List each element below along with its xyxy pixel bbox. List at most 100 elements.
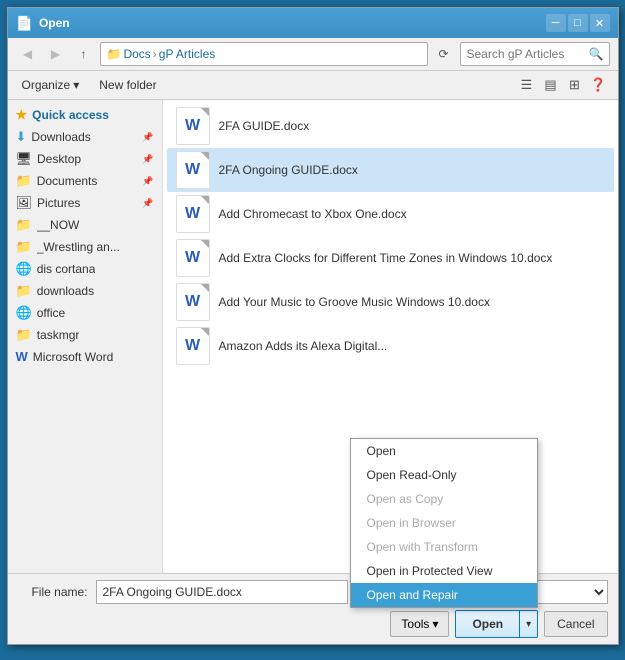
tools-label: Tools (401, 617, 429, 631)
sidebar-item-pictures[interactable]: 🖼 Pictures 📌 (8, 192, 162, 214)
sidebar-item-taskmgr[interactable]: 📁 taskmgr (8, 324, 162, 346)
sidebar-item-discortana[interactable]: 🌐 dis cortana (8, 258, 162, 280)
word-doc-icon-5 (176, 327, 210, 365)
file-icon-3 (175, 240, 211, 276)
sidebar-item-office[interactable]: 🌐 office (8, 302, 162, 324)
window-title: Open (39, 16, 70, 30)
title-bar-left: 📄 Open (16, 15, 70, 32)
sidebar-label-wrestling: _Wrestling an... (37, 240, 120, 254)
word-doc-icon-0 (176, 107, 210, 145)
pin-icon-pictures: 📌 (142, 198, 153, 209)
search-input[interactable] (460, 42, 610, 66)
maximize-button[interactable]: □ (568, 14, 588, 32)
file-name-4: Add Your Music to Groove Music Windows 1… (219, 295, 490, 309)
taskmgr-icon: 📁 (16, 327, 32, 343)
dropdown-item-protected[interactable]: Open in Protected View (351, 559, 537, 583)
word-icon-corner-3 (201, 240, 209, 248)
dropdown-item-open[interactable]: Open (351, 439, 537, 463)
forward-button[interactable]: ▶ (44, 43, 68, 65)
file-name-0: 2FA GUIDE.docx (219, 119, 310, 133)
sidebar-label-documents: Documents (37, 174, 98, 188)
file-item-0[interactable]: 2FA GUIDE.docx (167, 104, 614, 148)
window-icon: 📄 (16, 15, 33, 32)
bottom-bar: File name: All Word Documents (*.docx;*.… (8, 573, 618, 644)
actions-row: Tools ▾ Open ▾ Cancel Open Open Read-Onl… (18, 610, 608, 638)
view-list-button[interactable]: ☰ (516, 74, 538, 96)
dropdown-item-repair[interactable]: Open and Repair (351, 583, 537, 607)
new-folder-label: New folder (99, 78, 156, 92)
discortana-icon: 🌐 (16, 261, 32, 277)
quick-access-label: Quick access (32, 108, 109, 122)
word-icon: W (16, 349, 28, 364)
documents-icon: 📁 (16, 173, 32, 189)
pictures-icon: 🖼 (16, 195, 33, 211)
tools-button[interactable]: Tools ▾ (390, 611, 449, 637)
star-icon: ★ (16, 107, 28, 123)
refresh-button[interactable]: ⟳ (432, 43, 456, 65)
cancel-button[interactable]: Cancel (544, 611, 607, 637)
help-button[interactable]: ❓ (588, 74, 610, 96)
sidebar-item-now[interactable]: 📁 __NOW (8, 214, 162, 236)
wrestling-icon: 📁 (16, 239, 32, 255)
minimize-button[interactable]: ─ (546, 14, 566, 32)
file-item-5[interactable]: Amazon Adds its Alexa Digital... (167, 324, 614, 368)
open-dropdown-button[interactable]: ▾ (519, 611, 537, 637)
back-button[interactable]: ◀ (16, 43, 40, 65)
sidebar-item-wrestling[interactable]: 📁 _Wrestling an... (8, 236, 162, 258)
navigation-toolbar: ◀ ▶ ↑ 📁 Docs › gP Articles ⟳ 🔍 (8, 38, 618, 71)
up-button[interactable]: ↑ (72, 43, 96, 65)
sidebar-label-downloads: Downloads (31, 130, 90, 144)
word-icon-corner-4 (201, 284, 209, 292)
organize-arrow: ▾ (73, 78, 79, 92)
sidebar-label-taskmgr: taskmgr (37, 328, 80, 342)
sidebar-item-documents[interactable]: 📁 Documents 📌 (8, 170, 162, 192)
quick-access-header: ★ Quick access (8, 104, 162, 126)
sidebar: ★ Quick access ⬇ Downloads 📌 🖥 Desktop 📌… (8, 100, 163, 573)
title-controls: ─ □ ✕ (546, 14, 610, 32)
view-details-button[interactable]: ▤ (540, 74, 562, 96)
sidebar-label-pictures: Pictures (37, 196, 80, 210)
sidebar-item-desktop[interactable]: 🖥 Desktop 📌 (8, 148, 162, 170)
file-icon-1 (175, 152, 211, 188)
second-toolbar: Organize ▾ New folder ☰ ▤ ⊞ ❓ (8, 71, 618, 100)
breadcrumb: 📁 Docs › gP Articles (100, 42, 428, 66)
breadcrumb-articles[interactable]: gP Articles (159, 47, 215, 61)
title-bar: 📄 Open ─ □ ✕ (8, 8, 618, 38)
word-doc-icon-3 (176, 239, 210, 277)
filename-input[interactable] (96, 580, 348, 604)
sidebar-label-desktop: Desktop (37, 152, 81, 166)
now-icon: 📁 (16, 217, 32, 233)
open-button-group: Open ▾ (455, 610, 538, 638)
tools-arrow: ▾ (432, 617, 438, 631)
breadcrumb-sep1: › (153, 47, 157, 61)
open-main-button[interactable]: Open (456, 611, 519, 637)
file-name-5: Amazon Adds its Alexa Digital... (219, 339, 388, 353)
sidebar-label-office: office (37, 306, 65, 320)
downloads2-icon: 📁 (16, 283, 32, 299)
breadcrumb-docs[interactable]: Docs (123, 47, 150, 61)
file-item-3[interactable]: Add Extra Clocks for Different Time Zone… (167, 236, 614, 280)
sidebar-label-discortana: dis cortana (37, 262, 96, 276)
pin-icon-desktop: 📌 (142, 154, 153, 165)
desktop-icon: 🖥 (16, 151, 33, 167)
view-icons-button[interactable]: ⊞ (564, 74, 586, 96)
dropdown-item-browser: Open in Browser (351, 511, 537, 535)
word-icon-corner-5 (201, 328, 209, 336)
sidebar-item-downloads[interactable]: ⬇ Downloads 📌 (8, 126, 162, 148)
close-button[interactable]: ✕ (590, 14, 610, 32)
word-doc-icon-4 (176, 283, 210, 321)
file-name-1: 2FA Ongoing GUIDE.docx (219, 163, 358, 177)
sidebar-item-downloads2[interactable]: 📁 downloads (8, 280, 162, 302)
dropdown-item-readonly[interactable]: Open Read-Only (351, 463, 537, 487)
organize-button[interactable]: Organize ▾ (16, 74, 86, 96)
open-dialog: 📄 Open ─ □ ✕ ◀ ▶ ↑ 📁 Docs › gP Articles … (7, 7, 619, 645)
file-item-4[interactable]: Add Your Music to Groove Music Windows 1… (167, 280, 614, 324)
word-icon-corner-0 (201, 108, 209, 116)
file-item-1[interactable]: 2FA Ongoing GUIDE.docx (167, 148, 614, 192)
organize-label: Organize (22, 78, 71, 92)
sidebar-item-word[interactable]: W Microsoft Word (8, 346, 162, 367)
sidebar-label-now: __NOW (37, 218, 80, 232)
word-icon-corner-2 (201, 196, 209, 204)
file-item-2[interactable]: Add Chromecast to Xbox One.docx (167, 192, 614, 236)
new-folder-button[interactable]: New folder (93, 74, 162, 96)
